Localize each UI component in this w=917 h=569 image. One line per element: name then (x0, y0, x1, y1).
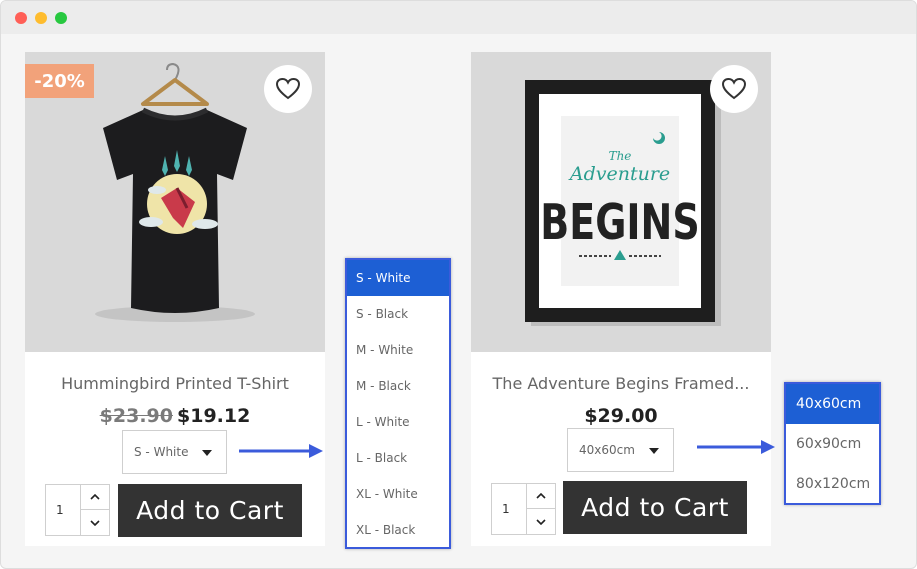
arrow-right-icon (697, 440, 775, 454)
quantity-decrease-button[interactable] (527, 509, 555, 534)
price-row: $23.90 $19.12 (25, 405, 325, 427)
dropdown-option[interactable]: XL - Black (347, 512, 449, 548)
quantity-buttons (80, 485, 109, 535)
caret-down-icon (649, 448, 659, 454)
current-price: $19.12 (177, 405, 251, 427)
variant-select[interactable]: 40x60cm (567, 428, 674, 472)
close-window-button[interactable] (15, 12, 27, 24)
poster-text-begins: BEGINS (540, 194, 699, 251)
chevron-up-icon (90, 494, 100, 500)
poster-text-the: The (609, 149, 632, 163)
quantity-increase-button[interactable] (527, 484, 555, 509)
minimize-window-button[interactable] (35, 12, 47, 24)
variant-select-value: 40x60cm (579, 443, 635, 457)
dropdown-option[interactable]: 60x90cm (786, 424, 879, 464)
dropdown-option[interactable]: M - Black (347, 368, 449, 404)
wishlist-button[interactable] (264, 65, 312, 113)
window-titlebar (1, 1, 916, 34)
product-card-tshirt: -20% Hummingbird Printed T-Shirt $23.90 $… (25, 52, 325, 546)
product-name[interactable]: Hummingbird Printed T-Shirt (25, 374, 325, 393)
chevron-up-icon (536, 493, 546, 499)
add-to-cart-button[interactable]: Add to Cart (118, 484, 302, 537)
variant-select-value: S - White (134, 445, 189, 459)
maximize-window-button[interactable] (55, 12, 67, 24)
current-price: $29.00 (584, 405, 658, 427)
dropdown-option[interactable]: L - Black (347, 440, 449, 476)
variant-dropdown-poster: 40x60cm 60x90cm 80x120cm (784, 382, 881, 505)
poster-text-adventure: Adventure (568, 163, 670, 185)
product-card-poster: The Adventure BEGINS The Adventure Begin… (471, 52, 771, 546)
quantity-value: 1 (56, 503, 64, 517)
variant-select[interactable]: S - White (122, 430, 227, 474)
dropdown-option[interactable]: S - Black (347, 296, 449, 332)
browser-window: -20% Hummingbird Printed T-Shirt $23.90 $… (0, 0, 917, 569)
dropdown-option[interactable]: M - White (347, 332, 449, 368)
heart-outline-icon (722, 78, 746, 100)
quantity-stepper[interactable]: 1 (45, 484, 110, 536)
dropdown-option[interactable]: 40x60cm (786, 384, 879, 424)
quantity-value: 1 (502, 502, 510, 516)
add-to-cart-button[interactable]: Add to Cart (563, 481, 747, 534)
chevron-down-icon (536, 518, 546, 525)
variant-dropdown-tshirt: S - White S - Black M - White M - Black … (345, 258, 451, 549)
quantity-stepper[interactable]: 1 (491, 483, 556, 535)
product-name[interactable]: The Adventure Begins Framed... (471, 374, 771, 393)
discount-badge: -20% (25, 64, 94, 98)
dropdown-option[interactable]: S - White (347, 260, 449, 296)
chevron-down-icon (90, 519, 100, 526)
old-price: $23.90 (99, 405, 173, 427)
dropdown-option[interactable]: 80x120cm (786, 464, 879, 504)
quantity-buttons (526, 484, 555, 534)
dropdown-option[interactable]: XL - White (347, 476, 449, 512)
arrow-right-icon (239, 444, 323, 458)
product-image-poster[interactable]: The Adventure BEGINS (471, 52, 771, 352)
product-image-tshirt[interactable]: -20% (25, 52, 325, 352)
price-row: $29.00 (471, 405, 771, 427)
quantity-increase-button[interactable] (81, 485, 109, 510)
quantity-decrease-button[interactable] (81, 510, 109, 535)
caret-down-icon (202, 450, 212, 456)
dropdown-option[interactable]: L - White (347, 404, 449, 440)
heart-outline-icon (276, 78, 300, 100)
wishlist-button[interactable] (710, 65, 758, 113)
